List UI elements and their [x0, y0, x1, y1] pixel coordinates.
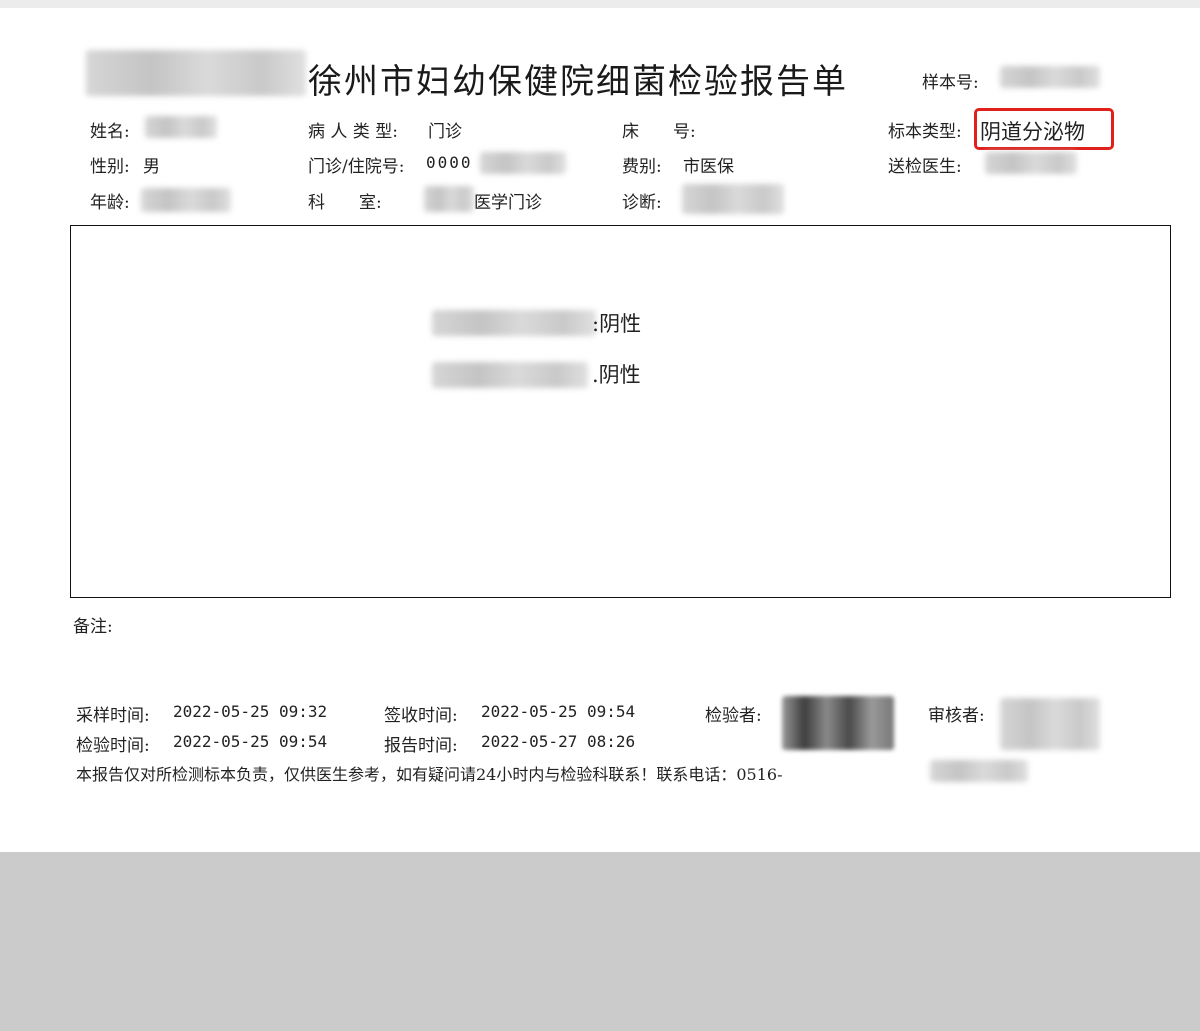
id-no-value: 0000: [426, 153, 473, 172]
hospital-logo-redacted: [86, 50, 306, 96]
doctor-redacted: [985, 152, 1077, 174]
result-box: [70, 225, 1171, 598]
disclaimer-text: 本报告仅对所检测标本负责，仅供医生参考，如有疑问请24小时内与检验科联系！联系电…: [76, 765, 783, 784]
report-time-label: 报告时间:: [384, 736, 458, 756]
bed-label: 床 号:: [622, 122, 696, 142]
patient-type-label: 病 人 类 型:: [308, 122, 398, 142]
receive-time-label: 签收时间:: [384, 706, 458, 726]
phone-redacted: [930, 760, 1028, 782]
sex-value: 男: [143, 157, 160, 177]
top-strip: [0, 0, 1200, 8]
diagnosis-label: 诊断:: [622, 193, 662, 213]
reviewer-signature-redacted: [1000, 698, 1100, 750]
fee-label: 费别:: [622, 157, 662, 177]
tester-label: 检验者:: [705, 706, 762, 726]
sample-no-redacted: [1000, 66, 1100, 88]
result-1-name-redacted: [432, 310, 596, 336]
test-time: 2022-05-25 09:54: [173, 732, 328, 751]
reviewer-label: 审核者:: [928, 706, 985, 726]
doctor-label: 送检医生:: [888, 157, 962, 177]
id-no-label: 门诊/住院号:: [308, 157, 405, 177]
receive-time: 2022-05-25 09:54: [481, 702, 636, 721]
name-label: 姓名:: [90, 122, 130, 142]
patient-type-value: 门诊: [428, 122, 462, 142]
sampling-time: 2022-05-25 09:32: [173, 702, 328, 721]
result-2-name-redacted: [432, 362, 588, 388]
name-redacted: [145, 116, 217, 138]
diagnosis-redacted: [682, 184, 784, 214]
sex-label: 性别:: [90, 157, 130, 177]
dept-value: 医学门诊: [474, 193, 542, 213]
test-time-label: 检验时间:: [76, 736, 150, 756]
result-1-value: :阴性: [592, 312, 642, 336]
tester-signature-redacted: [782, 696, 894, 750]
sample-no-label: 样本号:: [922, 73, 979, 93]
sampling-time-label: 采样时间:: [76, 706, 150, 726]
remarks-label: 备注:: [73, 617, 113, 637]
report-title: 徐州市妇幼保健院细菌检验报告单: [308, 62, 848, 102]
id-no-redacted: [480, 152, 566, 174]
age-redacted: [141, 188, 231, 212]
specimen-type-label: 标本类型:: [888, 122, 962, 142]
report-time: 2022-05-27 08:26: [481, 732, 636, 751]
age-label: 年龄:: [90, 193, 130, 213]
result-2-value: .阴性: [592, 363, 641, 387]
fee-value: 市医保: [683, 157, 734, 177]
specimen-type-highlight: [974, 108, 1114, 150]
dept-redacted: [424, 186, 474, 212]
dept-label: 科 室:: [308, 193, 382, 213]
bottom-gray-area: [0, 852, 1200, 1031]
